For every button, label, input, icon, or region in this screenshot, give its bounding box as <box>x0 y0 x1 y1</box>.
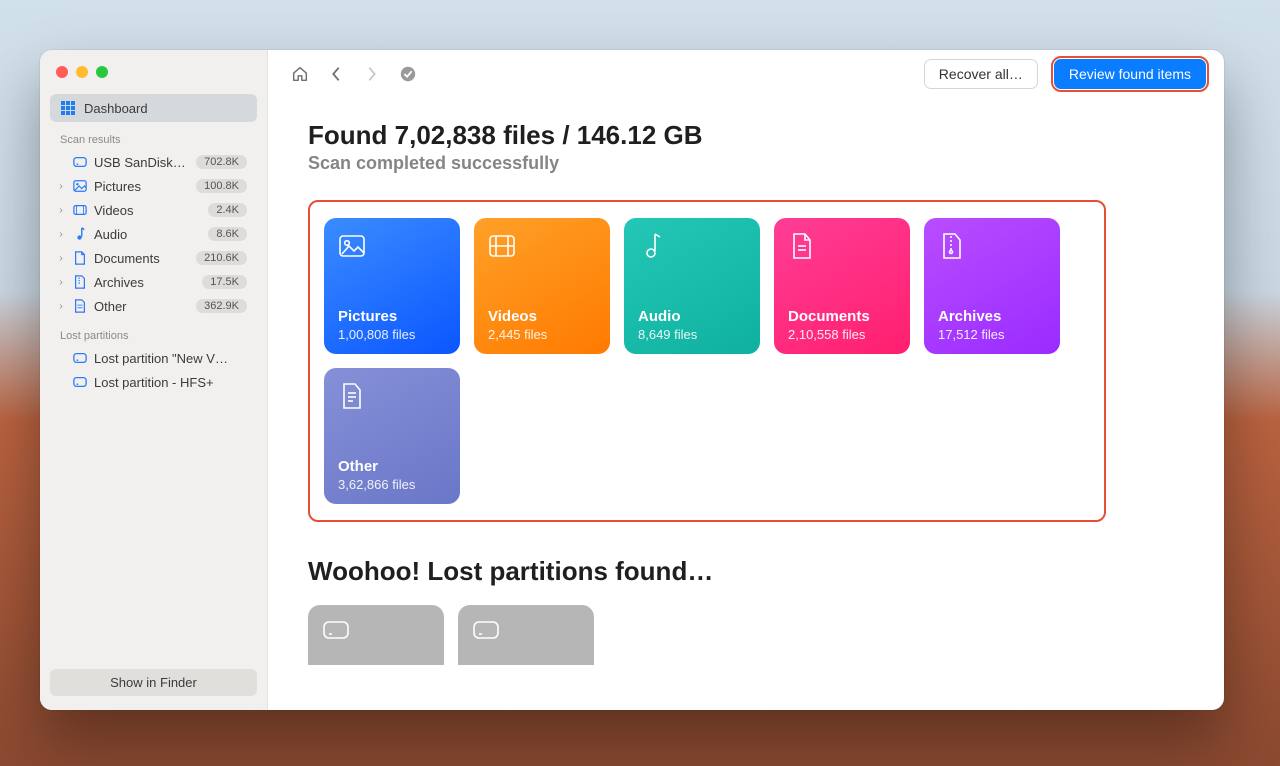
chevron-right-icon: › <box>56 229 66 240</box>
category-card-videos[interactable]: Videos 2,445 files <box>474 218 610 354</box>
card-title: Audio <box>638 308 746 325</box>
review-found-items-button[interactable]: Review found items <box>1054 59 1206 89</box>
archive-icon <box>72 274 88 290</box>
partition-cards: New Volume Lost partition <box>308 605 1188 665</box>
card-title: Pictures <box>338 308 446 325</box>
minimize-window-button[interactable] <box>76 66 88 78</box>
chevron-right-icon: › <box>56 277 66 288</box>
home-icon[interactable] <box>290 64 310 84</box>
image-icon <box>338 232 366 260</box>
lost-partitions-heading: Woohoo! Lost partitions found… <box>308 556 1188 587</box>
toolbar: Recover all… Review found items <box>268 50 1224 98</box>
category-card-archives[interactable]: Archives 17,512 files <box>924 218 1060 354</box>
document-icon <box>72 250 88 266</box>
category-card-documents[interactable]: Documents 2,10,558 files <box>774 218 910 354</box>
card-title: Documents <box>788 308 896 325</box>
close-window-button[interactable] <box>56 66 68 78</box>
card-subtitle: 2,445 files <box>488 327 596 342</box>
sidebar-item-videos[interactable]: › Videos 2.4K <box>50 198 257 222</box>
card-title: Videos <box>488 308 596 325</box>
sidebar-section-lost-partitions: Lost partitions <box>50 318 257 346</box>
drive-icon <box>472 619 580 646</box>
card-subtitle: 2,10,558 files <box>788 327 896 342</box>
sidebar-item-lost-partition[interactable]: Lost partition "New V… <box>50 346 257 370</box>
sidebar-item-documents[interactable]: › Documents 210.6K <box>50 246 257 270</box>
video-icon <box>72 202 88 218</box>
count-badge: 100.8K <box>196 179 247 193</box>
sidebar-item-label: Videos <box>94 203 202 218</box>
content-scroll[interactable]: Found 7,02,838 files / 146.12 GB Scan co… <box>268 98 1224 710</box>
file-icon <box>72 298 88 314</box>
nav-back-icon[interactable] <box>326 64 346 84</box>
sidebar-item-label: Dashboard <box>84 101 148 116</box>
main-area: Recover all… Review found items Found 7,… <box>268 50 1224 710</box>
sidebar-item-label: Documents <box>94 251 190 266</box>
category-cards: Pictures 1,00,808 files Videos 2,445 fil… <box>324 218 1090 504</box>
chevron-right-icon: › <box>56 253 66 264</box>
card-title: Archives <box>938 308 1046 325</box>
image-icon <box>72 178 88 194</box>
sidebar-item-label: Audio <box>94 227 202 242</box>
count-badge: 362.9K <box>196 299 247 313</box>
sidebar-item-pictures[interactable]: › Pictures 100.8K <box>50 174 257 198</box>
category-cards-highlight: Pictures 1,00,808 files Videos 2,445 fil… <box>308 200 1106 522</box>
document-icon <box>788 232 816 260</box>
count-badge: 210.6K <box>196 251 247 265</box>
page-subtitle: Scan completed successfully <box>308 153 1188 174</box>
sidebar-item-lost-partition[interactable]: Lost partition - HFS+ <box>50 370 257 394</box>
count-badge: 702.8K <box>196 155 247 169</box>
sidebar-item-label: Pictures <box>94 179 190 194</box>
recover-all-button[interactable]: Recover all… <box>924 59 1038 89</box>
grid-icon <box>60 100 76 116</box>
video-icon <box>488 232 516 260</box>
app-window: Dashboard Scan results USB SanDisk… 702.… <box>40 50 1224 710</box>
chevron-right-icon: › <box>56 181 66 192</box>
sidebar-item-label: Other <box>94 299 190 314</box>
sidebar-item-label: Lost partition "New V… <box>94 351 247 366</box>
sidebar: Dashboard Scan results USB SanDisk… 702.… <box>40 50 268 710</box>
card-subtitle: 1,00,808 files <box>338 327 446 342</box>
file-icon <box>338 382 366 410</box>
sidebar-item-device[interactable]: USB SanDisk… 702.8K <box>50 150 257 174</box>
sidebar-item-label: Lost partition - HFS+ <box>94 375 247 390</box>
card-subtitle: 3,62,866 files <box>338 477 446 492</box>
window-controls <box>50 66 257 94</box>
category-card-pictures[interactable]: Pictures 1,00,808 files <box>324 218 460 354</box>
sidebar-item-dashboard[interactable]: Dashboard <box>50 94 257 122</box>
drive-icon <box>72 154 88 170</box>
count-badge: 8.6K <box>208 227 247 241</box>
sidebar-section-scan-results: Scan results <box>50 122 257 150</box>
page-title: Found 7,02,838 files / 146.12 GB <box>308 120 1188 151</box>
chevron-right-icon: › <box>56 301 66 312</box>
sidebar-item-label: Archives <box>94 275 196 290</box>
check-circle-icon[interactable] <box>398 64 418 84</box>
sidebar-item-other[interactable]: › Other 362.9K <box>50 294 257 318</box>
card-subtitle: 17,512 files <box>938 327 1046 342</box>
music-note-icon <box>72 226 88 242</box>
category-card-audio[interactable]: Audio 8,649 files <box>624 218 760 354</box>
count-badge: 17.5K <box>202 275 247 289</box>
archive-icon <box>938 232 966 260</box>
nav-forward-icon[interactable] <box>362 64 382 84</box>
partition-card[interactable]: New Volume <box>308 605 444 665</box>
sidebar-item-label: USB SanDisk… <box>94 155 190 170</box>
sidebar-item-audio[interactable]: › Audio 8.6K <box>50 222 257 246</box>
chevron-right-icon: › <box>56 205 66 216</box>
drive-icon <box>72 374 88 390</box>
sidebar-item-archives[interactable]: › Archives 17.5K <box>50 270 257 294</box>
music-note-icon <box>638 232 666 260</box>
drive-icon <box>72 350 88 366</box>
show-in-finder-button[interactable]: Show in Finder <box>50 669 257 696</box>
zoom-window-button[interactable] <box>96 66 108 78</box>
category-card-other[interactable]: Other 3,62,866 files <box>324 368 460 504</box>
card-subtitle: 8,649 files <box>638 327 746 342</box>
card-title: Other <box>338 458 446 475</box>
partition-card[interactable]: Lost partition <box>458 605 594 665</box>
count-badge: 2.4K <box>208 203 247 217</box>
drive-icon <box>322 619 430 646</box>
